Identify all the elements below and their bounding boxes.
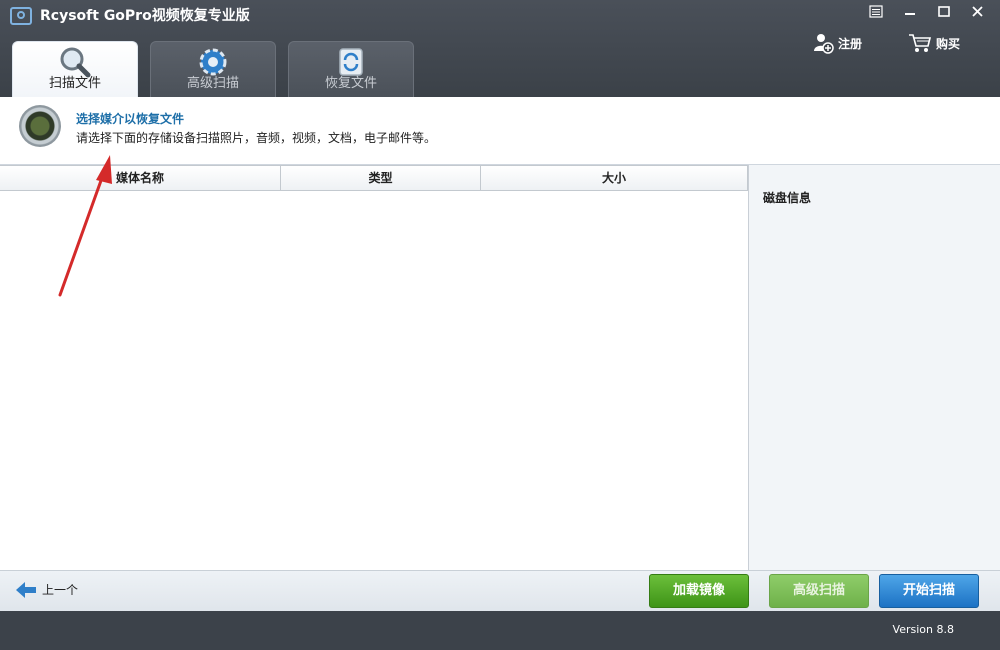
window-controls [862,2,992,22]
disk-info-title: 磁盘信息 [763,191,812,205]
minimize-icon[interactable] [896,2,924,22]
content-area: 媒体名称 类型 大小 磁盘信息 [0,165,1000,570]
register-label: 注册 [837,36,862,51]
column-header-size[interactable]: 大小 [481,166,748,190]
info-subtitle: 请选择下面的存储设备扫描照片，音频，视频，文档，电子邮件等。 [76,131,437,145]
info-bar: 选择媒介以恢复文件 请选择下面的存储设备扫描照片，音频，视频，文档，电子邮件等。 [0,97,1000,165]
title-bar: Rcysoft GoPro视频恢复专业版 注册 购买 扫描文件 高级扫描 恢复文… [0,0,1000,97]
cart-icon [908,34,932,52]
table-header: 媒体名称 类型 大小 [0,165,748,191]
close-icon[interactable] [964,2,992,22]
app-title: Rcysoft GoPro视频恢复专业版 [40,8,250,24]
app-logo-icon [10,7,32,25]
menu-icon[interactable] [862,2,890,22]
user-add-icon [813,34,834,54]
tab-label: 扫描文件 [48,76,101,91]
maximize-icon[interactable] [930,2,958,22]
top-actions: 注册 购买 [812,32,960,54]
main-tabs: 扫描文件 高级扫描 恢复文件 [12,41,414,97]
start-scan-button[interactable]: 开始扫描 [879,574,979,608]
tab-label: 恢复文件 [324,76,377,91]
bottom-bar: 上一个 加载镜像 高级扫描 开始扫描 [0,570,1000,612]
column-header-type[interactable]: 类型 [281,166,481,190]
tab-advanced-scan[interactable]: 高级扫描 [150,41,276,97]
buy-label: 购买 [935,36,960,51]
previous-label: 上一个 [42,583,79,597]
media-table[interactable]: 媒体名称 类型 大小 [0,165,749,570]
tab-scan-files[interactable]: 扫描文件 [12,41,138,97]
load-image-button[interactable]: 加载镜像 [649,574,749,608]
buy-button[interactable]: 购买 [908,32,960,54]
previous-button[interactable]: 上一个 [16,581,78,598]
register-button[interactable]: 注册 [812,32,862,54]
info-title: 选择媒介以恢复文件 [76,112,185,126]
arrow-left-icon [16,581,36,598]
tab-label: 高级扫描 [186,76,239,91]
disk-info-panel: 磁盘信息 [749,165,1000,570]
column-header-media-name[interactable]: 媒体名称 [0,166,281,190]
tab-recover-files[interactable]: 恢复文件 [288,41,414,97]
media-lens-icon [19,105,61,147]
advanced-scan-button[interactable]: 高级扫描 [769,574,869,608]
status-bar: Version 8.8 [0,611,1000,650]
version-text: Version 8.8 [892,623,954,636]
